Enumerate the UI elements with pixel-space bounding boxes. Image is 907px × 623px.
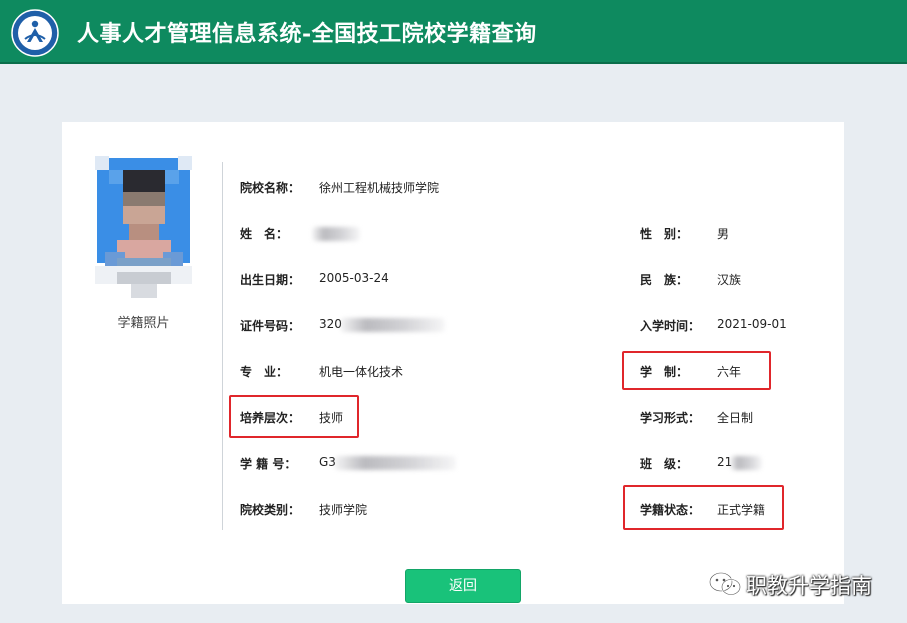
status-highlight-box	[623, 485, 784, 530]
watermark-text: 职教升学指南	[746, 574, 872, 598]
back-button[interactable]: 返回	[405, 569, 521, 603]
student-photo	[95, 156, 192, 301]
person-circle-logo-icon	[11, 9, 59, 57]
gender-label: 性 别：	[640, 227, 689, 241]
school-name-value: 徐州工程机械技师学院	[319, 181, 440, 195]
ethnicity-label: 民 族：	[640, 273, 689, 287]
name-redaction	[312, 227, 360, 241]
school-type-label: 院校类别：	[240, 503, 301, 517]
ethnicity-value: 汉族	[717, 273, 742, 287]
class-redaction	[730, 456, 762, 470]
app-title: 人事人才管理信息系统-全国技工院校学籍查询	[77, 21, 537, 47]
major-label: 专 业：	[240, 365, 289, 379]
name-label: 姓 名：	[240, 227, 289, 241]
gender-value: 男	[717, 227, 730, 241]
duration-highlight-box	[622, 351, 771, 390]
enroll-date-label: 入学时间：	[640, 319, 701, 333]
school-name-label: 院校名称：	[240, 181, 301, 195]
student-id-label: 学 籍 号：	[240, 457, 297, 471]
app-header: 人事人才管理信息系统-全国技工院校学籍查询	[0, 0, 907, 64]
birth-date-value: 2005-03-24	[319, 271, 389, 285]
study-form-value: 全日制	[717, 411, 754, 425]
school-type-value: 技师学院	[319, 503, 368, 517]
study-form-label: 学习形式：	[640, 411, 701, 425]
photo-caption: 学籍照片	[117, 316, 170, 331]
id-number-redaction	[340, 318, 445, 332]
enroll-date-value: 2021-09-01	[717, 317, 787, 331]
birth-date-label: 出生日期：	[240, 273, 301, 287]
id-number-label: 证件号码：	[240, 319, 301, 333]
student-record-card: 学籍照片 院校名称： 徐州工程机械技师学院 姓 名： 性 别： 男 出生日期： …	[62, 122, 844, 604]
id-number-value: 320	[319, 317, 342, 331]
wechat-icon	[709, 572, 741, 596]
student-id-redaction	[334, 456, 456, 470]
training-level-highlight-box	[229, 395, 359, 438]
vertical-divider	[222, 162, 223, 530]
class-label: 班 级：	[640, 457, 689, 471]
major-value: 机电一体化技术	[319, 365, 404, 379]
